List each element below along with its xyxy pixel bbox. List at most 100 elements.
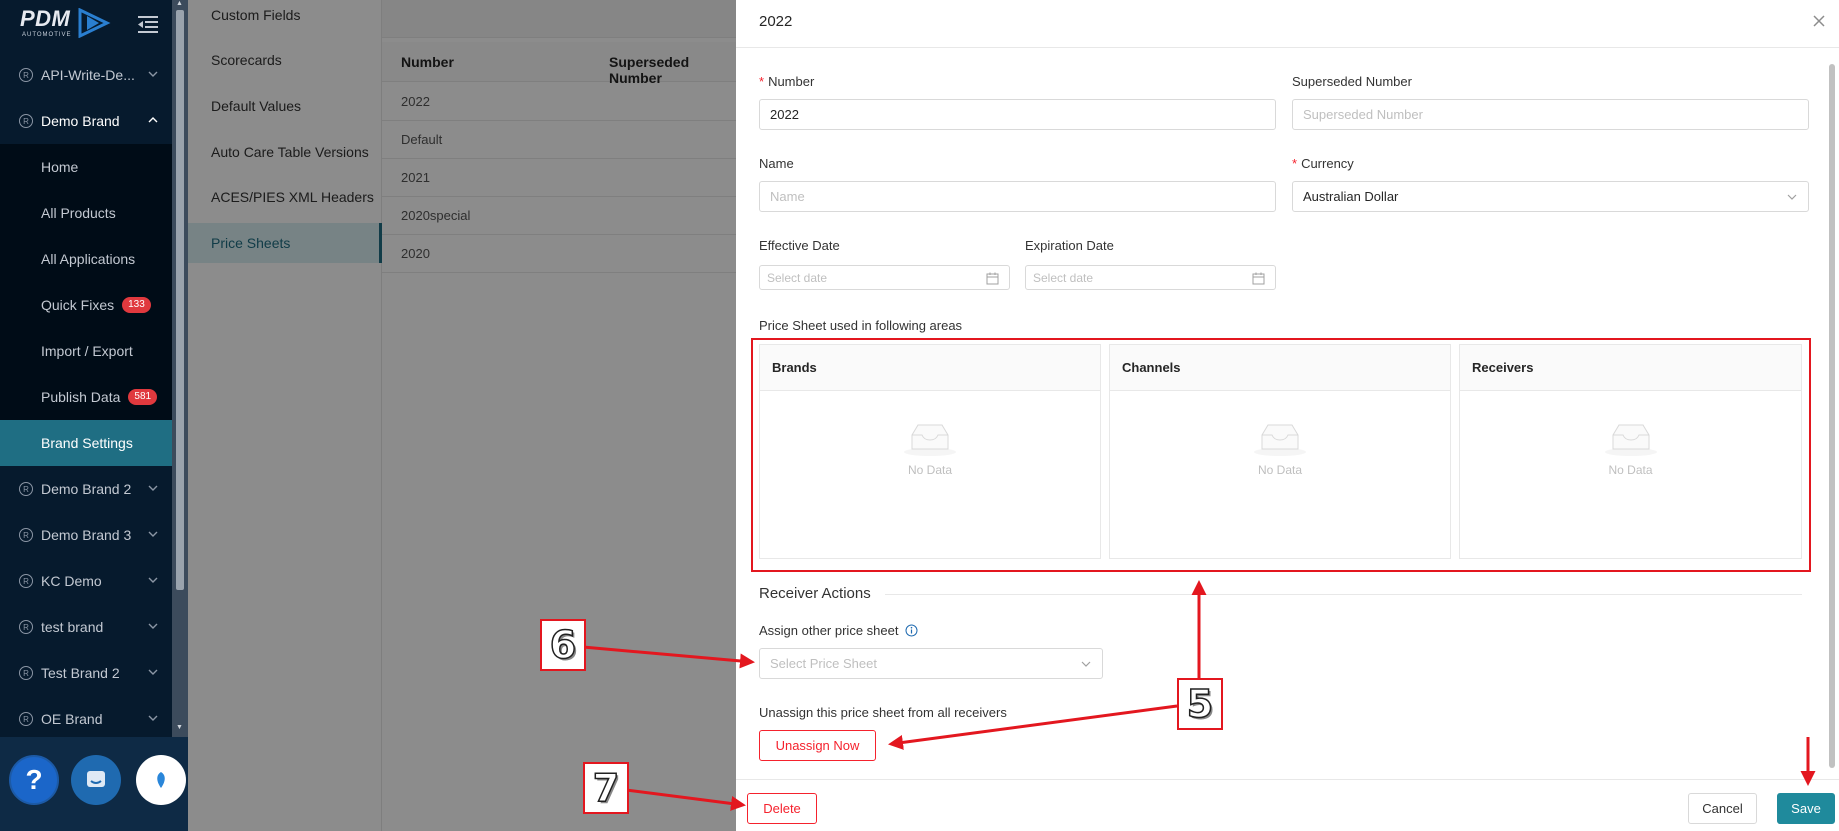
superseded-number-placeholder: Superseded Number [1303,107,1423,122]
expiration-date-placeholder: Select date [1033,270,1094,285]
menu-collapse-icon[interactable] [136,14,160,34]
chevron-down-icon [1081,661,1091,667]
assign-placeholder: Select Price Sheet [770,656,877,671]
name-input[interactable]: Name [759,181,1276,212]
logo-text: PDM [20,6,71,31]
chevron-down-icon [148,715,158,721]
registered-icon: R [19,528,33,542]
logo-subtext: AUTOMOTIVE [22,32,72,38]
currency-select[interactable]: Australian Dollar [1292,181,1809,212]
assign-price-sheet-select[interactable]: Select Price Sheet [759,648,1103,679]
nav-item-home[interactable]: Home [0,144,172,190]
assign-price-sheet-label: Assign other price sheet [759,623,918,638]
nav-item-quick-fixes[interactable]: Quick Fixes 133 [0,282,172,328]
nav-item-label: Brand Settings [41,435,133,451]
drawer-footer: Delete Cancel Save [736,779,1839,831]
chevron-down-icon [148,623,158,629]
lightbulb-icon [157,772,165,788]
drawer-scrollbar[interactable] [1825,56,1839,778]
count-badge: 581 [128,389,158,405]
registered-icon: R [19,68,33,82]
info-icon[interactable] [905,624,918,637]
scroll-down-arrow-icon[interactable]: ▼ [176,724,183,731]
chevron-up-icon [148,117,158,123]
help-question-button[interactable]: ? [9,755,59,805]
expiration-date-picker[interactable]: Select date [1025,265,1276,290]
unassign-now-button[interactable]: Unassign Now [759,730,876,761]
receiver-actions-title: Receiver Actions [759,585,885,602]
nav-item-label: Test Brand 2 [41,665,120,681]
registered-icon: R [19,114,33,128]
callout-6: 6 [540,619,586,671]
nav-item-publish-data[interactable]: Publish Data 581 [0,374,172,420]
drawer-title: 2022 [759,13,793,30]
scroll-up-arrow-icon[interactable]: ▲ [176,0,183,7]
main-sidebar: PDM AUTOMOTIVE R API-Write-De... R Demo … [0,0,188,831]
help-toolbar: ? [0,737,188,831]
close-icon[interactable] [1811,13,1827,29]
chevron-down-icon [148,577,158,583]
registered-icon: R [19,482,33,496]
section-divider [759,594,1802,595]
annotation-highlight-box [751,338,1811,572]
save-button[interactable]: Save [1777,793,1835,824]
receiver-actions-section: Receiver Actions [759,585,1802,605]
assistant-button[interactable] [136,755,186,805]
nav-brand-test-brand-2[interactable]: R Test Brand 2 [0,650,172,696]
question-icon: ? [25,764,43,795]
calendar-icon [1252,272,1265,285]
required-asterisk: * [1292,156,1298,171]
price-sheet-drawer: 2022 * Number 2022 Superseded Number Supe… [736,0,1839,831]
nav-item-label: OE Brand [41,711,103,727]
currency-label: * Currency [1292,156,1354,171]
areas-title: Price Sheet used in following areas [759,318,963,333]
required-asterisk: * [759,74,765,89]
nav-brand-api-write-demo[interactable]: R API-Write-De... [0,52,172,98]
registered-icon: R [19,666,33,680]
calendar-icon [986,272,999,285]
superseded-number-label: Superseded Number [1292,74,1412,89]
chevron-down-icon [148,71,158,77]
cancel-button[interactable]: Cancel [1688,793,1757,824]
nav-brand-demo-brand-2[interactable]: R Demo Brand 2 [0,466,172,512]
expiration-date-label: Expiration Date [1025,238,1114,253]
nav-item-label: All Products [41,205,116,221]
currency-value: Australian Dollar [1303,189,1399,204]
nav-brand-demo-brand[interactable]: R Demo Brand [0,98,172,144]
nav-item-label: Demo Brand 2 [41,481,132,497]
superseded-number-input[interactable]: Superseded Number [1292,99,1809,130]
unassign-label: Unassign this price sheet from all recei… [759,705,1007,720]
chat-icon [87,771,105,787]
delete-button[interactable]: Delete [747,793,817,824]
nav-brand-kc-demo[interactable]: R KC Demo [0,558,172,604]
nav-item-label: Home [41,159,79,175]
scrollbar-thumb[interactable] [1829,64,1835,768]
drawer-backdrop[interactable] [188,0,736,831]
number-input[interactable]: 2022 [759,99,1276,130]
effective-date-picker[interactable]: Select date [759,265,1010,290]
nav-item-import-export[interactable]: Import / Export [0,328,172,374]
chevron-down-icon [148,531,158,537]
callout-7: 7 [583,762,629,814]
chevron-down-icon [148,669,158,675]
nav-item-label: test brand [41,619,104,635]
number-label-text: Number [768,74,815,89]
nav-item-label: All Applications [41,251,136,267]
scrollbar-thumb[interactable] [176,10,184,590]
number-label: * Number [759,74,814,89]
number-value: 2022 [770,107,799,122]
chat-button[interactable] [71,755,121,805]
pdm-logo[interactable]: PDM AUTOMOTIVE [20,6,115,40]
nav-brand-oe-brand[interactable]: R OE Brand [0,696,172,742]
nav-brand-test-brand[interactable]: R test brand [0,604,172,650]
nav-item-label: Publish Data [41,389,121,405]
nav-item-all-products[interactable]: All Products [0,190,172,236]
sidebar-scrollbar[interactable]: ▲ ▼ [172,0,188,737]
nav-item-brand-settings[interactable]: Brand Settings [0,420,172,466]
nav-item-label: API-Write-De... [41,67,135,83]
nav-item-all-applications[interactable]: All Applications [0,236,172,282]
nav-brand-demo-brand-3[interactable]: R Demo Brand 3 [0,512,172,558]
brand-nav-list: R API-Write-De... R Demo Brand Home All … [0,52,172,742]
currency-label-text: Currency [1301,156,1354,171]
nav-item-label: Demo Brand 3 [41,527,132,543]
